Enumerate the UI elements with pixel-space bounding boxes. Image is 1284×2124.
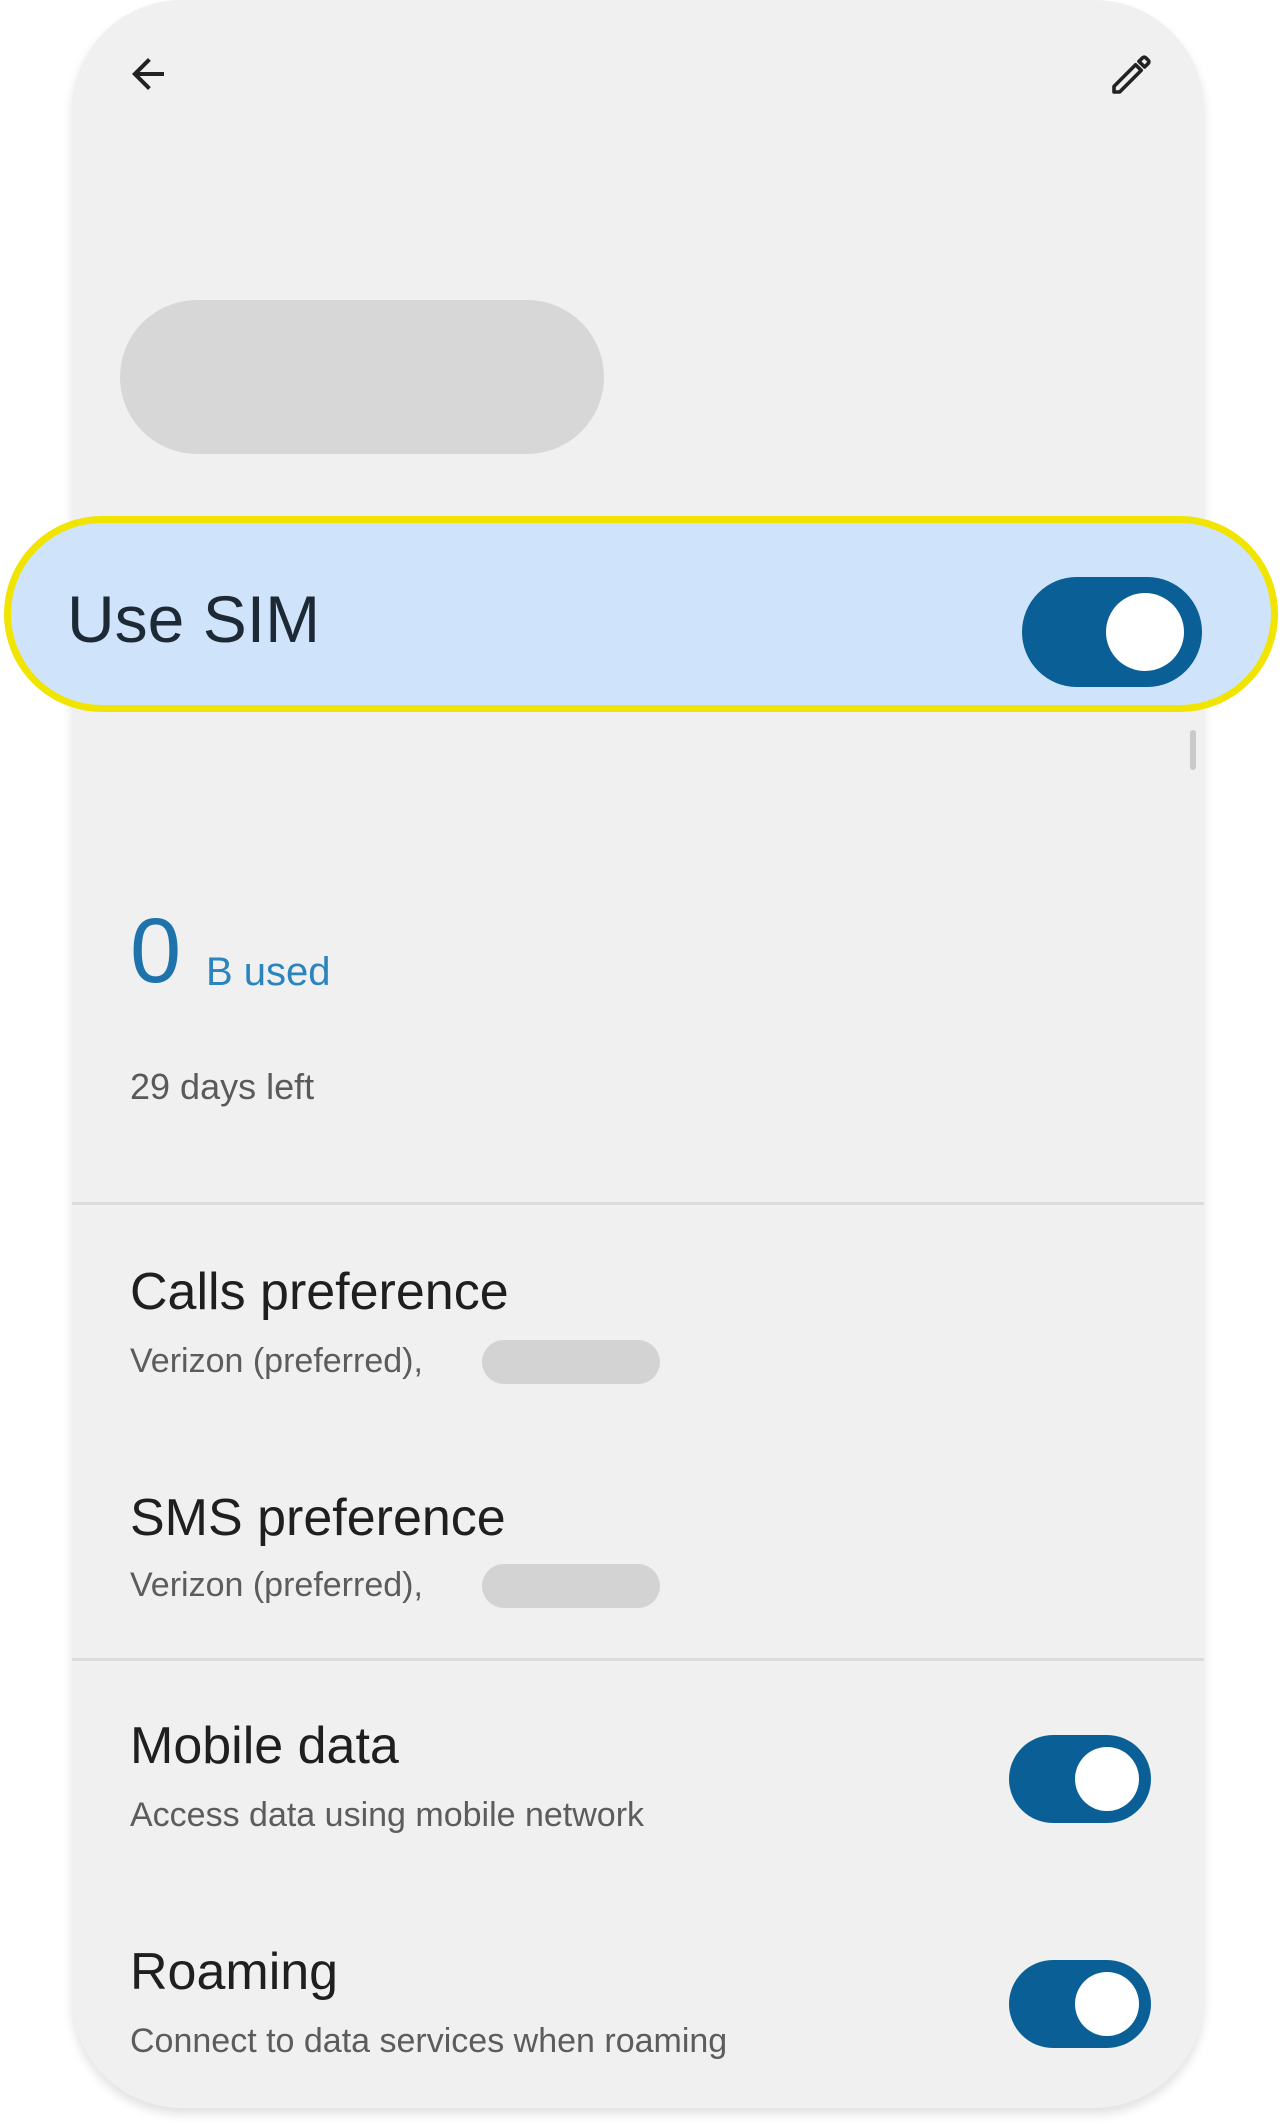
- pencil-icon: [1112, 55, 1151, 94]
- redacted-carrier: [482, 1340, 660, 1384]
- use-sim-toggle[interactable]: [1022, 577, 1202, 687]
- divider: [72, 1202, 1204, 1205]
- billing-days-left: 29 days left: [130, 1066, 315, 1107]
- redacted-carrier: [482, 1564, 660, 1608]
- roaming-title: Roaming: [130, 1943, 339, 2001]
- data-usage-amount: 0: [130, 900, 182, 1002]
- sms-preference-subtitle: Verizon (preferred),: [130, 1566, 423, 1604]
- back-button[interactable]: [108, 34, 188, 114]
- sms-preference-title: SMS preference: [130, 1489, 506, 1547]
- edit-button[interactable]: [1092, 34, 1172, 114]
- scrollbar[interactable]: [1190, 730, 1196, 770]
- roaming-subtitle: Connect to data services when roaming: [130, 2022, 728, 2060]
- use-sim-row[interactable]: Use SIM: [4, 516, 1278, 712]
- roaming-toggle[interactable]: [1009, 1960, 1151, 2048]
- toggle-knob: [1075, 1972, 1139, 2036]
- sim-name-redacted: [120, 300, 604, 454]
- mobile-data-toggle[interactable]: [1009, 1735, 1151, 1823]
- divider: [72, 1658, 1204, 1661]
- mobile-data-subtitle: Access data using mobile network: [130, 1796, 645, 1834]
- settings-screen: 0 B used 29 days left Calls preference V…: [72, 0, 1204, 2108]
- data-usage-unit: B used: [206, 950, 331, 994]
- calls-preference-title: Calls preference: [130, 1263, 509, 1321]
- toggle-knob: [1106, 593, 1184, 671]
- mobile-data-title: Mobile data: [130, 1717, 399, 1775]
- arrow-back-icon: [132, 58, 164, 90]
- use-sim-label: Use SIM: [67, 582, 321, 656]
- calls-preference-subtitle: Verizon (preferred),: [130, 1342, 423, 1380]
- toggle-knob: [1075, 1747, 1139, 1811]
